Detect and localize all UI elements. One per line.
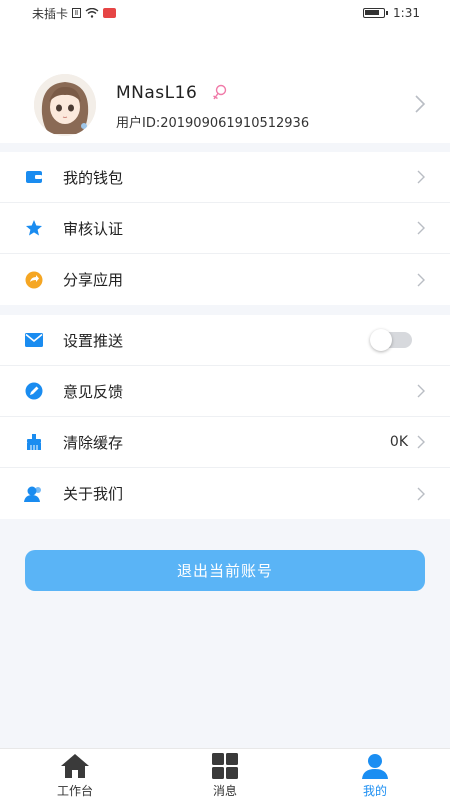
tab-label: 我的 xyxy=(362,784,387,798)
menu-label: 审核认证 xyxy=(63,219,124,238)
tab-label: 消息 xyxy=(212,784,237,798)
user-id: 用户ID:201909061910512936 xyxy=(116,116,310,131)
menu-group-account: 我的钱包 审核认证 分享应用 xyxy=(0,152,450,305)
chevron-right-icon xyxy=(417,384,425,398)
wifi-icon xyxy=(85,8,99,18)
home-icon xyxy=(61,754,89,778)
menu-group-settings: 设置推送 意见反馈 清除缓存 0K 关于我们 xyxy=(0,315,450,519)
menu-label: 清除缓存 xyxy=(63,433,124,452)
status-bar: 未插卡 Ⅱ 1:31 xyxy=(0,0,450,26)
menu-item-clear-cache[interactable]: 清除缓存 0K xyxy=(0,417,450,468)
tab-label: 工作台 xyxy=(56,784,93,798)
push-toggle[interactable] xyxy=(370,329,412,351)
menu-label: 设置推送 xyxy=(63,331,124,350)
chevron-right-icon xyxy=(417,273,425,286)
logout-button[interactable]: 退出当前账号 xyxy=(25,550,425,591)
about-icon xyxy=(24,484,44,504)
profile-card[interactable]: MNasL16 用户ID:201909061910512936 xyxy=(0,26,450,143)
tab-workbench[interactable]: 工作台 xyxy=(0,749,150,800)
clear-cache-icon xyxy=(24,432,44,452)
menu-item-share-app[interactable]: 分享应用 xyxy=(0,254,450,305)
menu-item-about-us[interactable]: 关于我们 xyxy=(0,468,450,519)
menu-label: 关于我们 xyxy=(63,485,124,503)
user-icon xyxy=(362,754,388,779)
menu-item-feedback[interactable]: 意见反馈 xyxy=(0,366,450,417)
menu-item-wallet[interactable]: 我的钱包 xyxy=(0,152,450,203)
notification-badge-icon xyxy=(103,8,117,18)
status-right: 1:31 xyxy=(363,6,420,20)
tab-mine[interactable]: 我的 xyxy=(300,749,450,800)
chevron-right-icon xyxy=(417,170,425,184)
cache-size: 0K xyxy=(389,434,408,450)
avatar-image xyxy=(34,74,96,136)
status-left: 未插卡 Ⅱ xyxy=(32,5,117,22)
username: MNasL16 xyxy=(116,83,198,103)
menu-item-push-settings[interactable]: 设置推送 xyxy=(0,315,450,366)
mail-icon xyxy=(24,330,44,350)
chevron-right-icon xyxy=(417,435,425,449)
chevron-right-icon xyxy=(417,487,425,500)
tab-messages[interactable]: 消息 xyxy=(150,749,300,800)
bottom-tab-bar: 工作台 消息 我的 xyxy=(0,748,450,800)
share-icon xyxy=(24,270,44,290)
menu-label: 意见反馈 xyxy=(63,382,124,401)
female-icon xyxy=(213,84,227,100)
chevron-right-icon[interactable] xyxy=(414,94,426,114)
battery-icon xyxy=(363,8,389,18)
menu-label: 我的钱包 xyxy=(63,168,124,187)
carrier-text: 未插卡 xyxy=(32,6,69,21)
menu-item-verification[interactable]: 审核认证 xyxy=(0,203,450,254)
chevron-right-icon xyxy=(417,221,425,235)
feedback-icon xyxy=(24,381,44,401)
grid-icon xyxy=(212,753,238,779)
avatar[interactable] xyxy=(34,74,96,136)
wallet-icon xyxy=(24,167,44,187)
menu-label: 分享应用 xyxy=(63,271,124,289)
clock-text: 1:31 xyxy=(393,6,420,20)
sim-icon: Ⅱ xyxy=(72,8,82,18)
star-icon xyxy=(24,218,44,238)
